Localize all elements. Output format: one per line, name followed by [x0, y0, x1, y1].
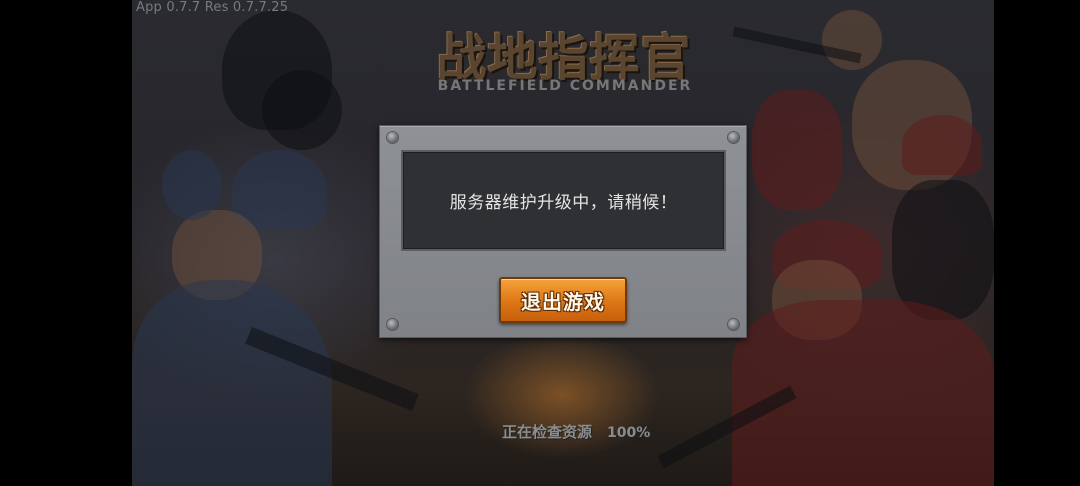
bolt-icon — [387, 132, 398, 143]
soldier-silhouette — [732, 300, 994, 486]
maintenance-message: 服务器维护升级中，请稍候！ — [449, 193, 678, 213]
version-label: App 0.7.7 Res 0.7.7.25 — [136, 0, 289, 15]
exit-game-button[interactable]: 退出游戏 — [499, 277, 627, 323]
soldier-silhouette — [902, 115, 982, 175]
game-screen: App 0.7.7 Res 0.7.7.25 战地指挥官 BATTLEFIELD… — [0, 0, 1080, 486]
game-logo-subtitle: BATTLEFIELD COMMANDER — [437, 78, 693, 94]
bolt-icon — [387, 319, 398, 330]
loading-status-text: 正在检查资源 — [502, 423, 593, 441]
soldier-silhouette — [262, 70, 342, 150]
loading-percent-text: 100% — [607, 425, 651, 441]
exit-game-button-label: 退出游戏 — [521, 289, 605, 314]
soldier-silhouette — [132, 280, 332, 486]
bolt-icon — [728, 319, 739, 330]
soldier-silhouette — [892, 180, 994, 320]
soldier-silhouette — [752, 90, 842, 210]
message-box: 服务器维护升级中，请稍候！ — [401, 150, 726, 251]
maintenance-dialog: 服务器维护升级中，请稍候！ 退出游戏 — [379, 125, 747, 338]
soldier-silhouette — [162, 150, 222, 220]
bolt-icon — [728, 132, 739, 143]
